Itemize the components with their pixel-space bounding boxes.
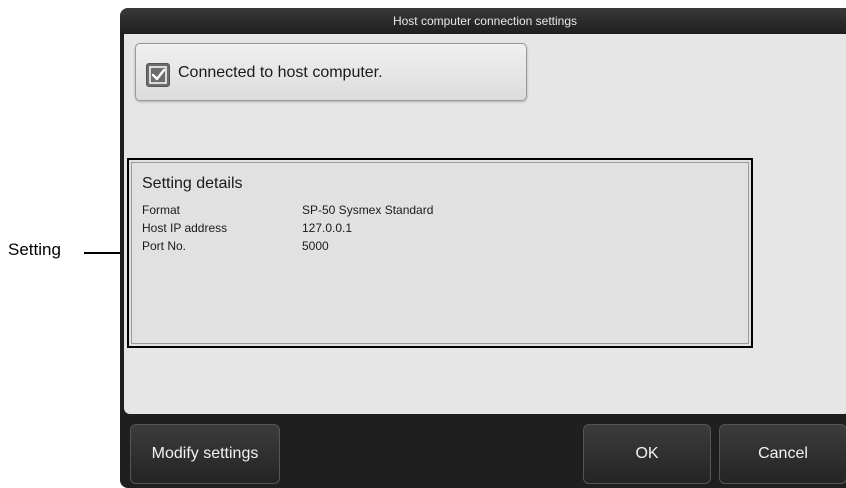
detail-row-port: Port No. 5000 — [142, 239, 329, 253]
detail-row-format: Format SP-50 Sysmex Standard — [142, 203, 433, 217]
callout-label: Setting — [8, 240, 61, 259]
callout-line — [84, 252, 122, 254]
cancel-button[interactable]: Cancel — [719, 424, 846, 484]
detail-value: 5000 — [302, 239, 329, 253]
detail-row-host-ip: Host IP address 127.0.0.1 — [142, 221, 352, 235]
dialog-content: Connected to host computer. Setting deta… — [124, 34, 846, 414]
detail-value: SP-50 Sysmex Standard — [302, 203, 434, 217]
host-connection-dialog: Host computer connection settings Connec… — [120, 8, 846, 488]
detail-key: Host IP address — [142, 221, 228, 235]
modify-settings-button[interactable]: Modify settings — [130, 424, 280, 484]
detail-key: Format — [142, 203, 181, 217]
detail-value: 127.0.0.1 — [302, 221, 353, 235]
setting-details-panel: Setting details Format SP-50 Sysmex Stand… — [127, 158, 753, 348]
connected-checkbox-label: Connected to host computer. — [178, 64, 383, 81]
detail-key: Port No. — [142, 239, 187, 253]
ok-button[interactable]: OK — [583, 424, 711, 484]
dialog-title: Host computer connection settings — [120, 8, 846, 34]
connected-checkbox-panel[interactable]: Connected to host computer. — [135, 43, 527, 101]
setting-details-title: Setting details — [142, 175, 243, 192]
connected-checkbox[interactable] — [146, 63, 170, 87]
check-icon — [149, 66, 167, 84]
